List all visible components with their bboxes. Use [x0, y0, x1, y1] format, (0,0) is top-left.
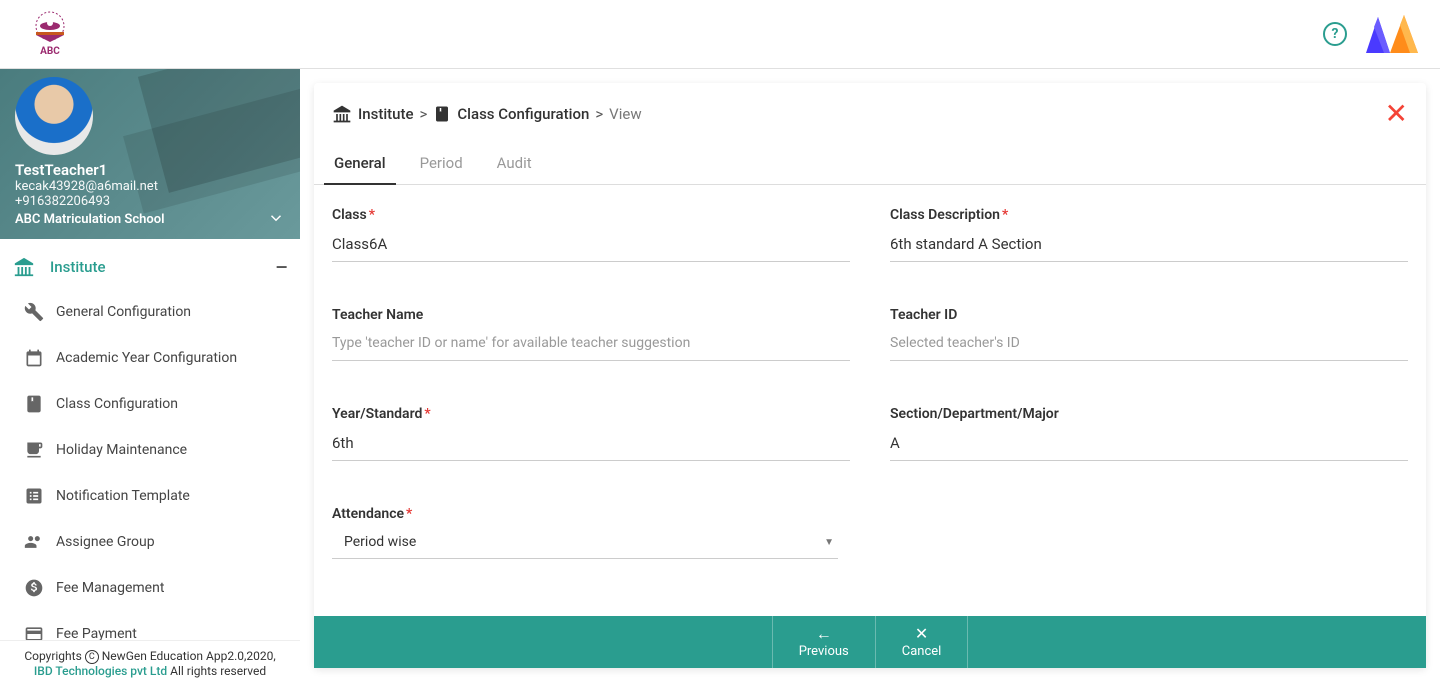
select-attendance[interactable]: Period wise ▼ — [332, 530, 838, 559]
sidebar: TestTeacher1 kecak43928@a6mail.net +9163… — [0, 69, 300, 686]
nav-group-label: Institute — [50, 258, 106, 276]
tabs: General Period Audit — [314, 144, 1426, 185]
breadcrumb-root[interactable]: Institute — [358, 105, 414, 123]
field-section: Section/Department/Major A — [890, 406, 1408, 461]
top-header: ABC ? — [0, 0, 1440, 69]
cancel-button[interactable]: ✕ Cancel — [876, 620, 968, 665]
label-teacher-name: Teacher Name — [332, 307, 850, 323]
sidebar-item-class-config[interactable]: Class Configuration — [0, 381, 300, 427]
breadcrumb-current: View — [609, 105, 641, 123]
footer-copyrights: Copyrights — [24, 649, 81, 663]
user-card: TestTeacher1 kecak43928@a6mail.net +9163… — [0, 69, 300, 239]
tab-audit[interactable]: Audit — [495, 144, 534, 184]
sidebar-item-label: Class Configuration — [56, 396, 178, 412]
sidebar-item-label: Notification Template — [56, 488, 190, 504]
sidebar-item-label: Fee Management — [56, 580, 164, 596]
sidebar-item-assignee-group[interactable]: Assignee Group — [0, 519, 300, 565]
field-attendance: Attendance* Period wise ▼ — [332, 506, 838, 559]
tab-general[interactable]: General — [332, 144, 388, 184]
card-icon — [22, 622, 46, 640]
tab-period[interactable]: Period — [418, 144, 465, 184]
footer-company[interactable]: IBD Technologies pvt Ltd — [34, 664, 167, 678]
value-year[interactable]: 6th — [332, 430, 850, 461]
nav-group-institute[interactable]: Institute – — [0, 239, 300, 289]
previous-label: Previous — [799, 644, 849, 659]
breadcrumb: Institute > Class Configuration > View ✕ — [314, 83, 1426, 144]
divider — [967, 616, 968, 668]
detail-card: Institute > Class Configuration > View ✕… — [314, 83, 1426, 668]
sidebar-item-label: Assignee Group — [56, 534, 155, 550]
institute-icon — [12, 256, 36, 278]
field-year: Year/Standard* 6th — [332, 406, 850, 461]
header-right: ? — [1323, 11, 1420, 57]
dollar-icon — [22, 576, 46, 600]
select-attendance-value: Period wise — [344, 534, 416, 550]
value-teacher-id[interactable]: Selected teacher's ID — [890, 331, 1408, 361]
user-name: TestTeacher1 — [15, 161, 285, 179]
nav-area: Institute – General Configuration Academ… — [0, 239, 300, 640]
sidebar-item-notification[interactable]: Notification Template — [0, 473, 300, 519]
breadcrumb-separator: > — [420, 105, 428, 123]
value-class-desc[interactable]: 6th standard A Section — [890, 231, 1408, 262]
checklist-icon — [22, 484, 46, 508]
label-section: Section/Department/Major — [890, 406, 1408, 422]
book-icon — [22, 392, 46, 416]
field-teacher-id: Teacher ID Selected teacher's ID — [890, 307, 1408, 361]
avatar — [15, 77, 93, 155]
user-school: ABC Matriculation School — [15, 212, 285, 227]
label-teacher-id: Teacher ID — [890, 307, 1408, 323]
value-section[interactable]: A — [890, 430, 1408, 461]
chevron-down-icon[interactable] — [267, 209, 285, 227]
institute-icon — [332, 104, 352, 124]
field-class: Class* Class6A — [332, 207, 850, 262]
brand-logo — [1362, 11, 1420, 57]
label-attendance: Attendance* — [332, 506, 838, 522]
help-icon[interactable]: ? — [1323, 22, 1347, 46]
book-icon — [433, 105, 451, 123]
minus-icon: – — [275, 255, 288, 279]
sidebar-item-holiday[interactable]: Holiday Maintenance — [0, 427, 300, 473]
arrow-left-icon: ← — [816, 626, 832, 642]
footer-rights: All rights reserved — [170, 664, 266, 678]
form-body: Class* Class6A Class Description* 6th st… — [314, 185, 1426, 616]
group-icon — [22, 530, 46, 554]
institution-logo: ABC — [20, 7, 80, 62]
calendar-icon — [22, 346, 46, 370]
sidebar-item-label: General Configuration — [56, 304, 191, 320]
dropdown-arrow-icon: ▼ — [824, 537, 834, 548]
svg-text:ABC: ABC — [40, 46, 60, 57]
value-class[interactable]: Class6A — [332, 231, 850, 262]
previous-button[interactable]: ← Previous — [773, 620, 875, 665]
cancel-label: Cancel — [902, 644, 942, 659]
sidebar-item-fee-management[interactable]: Fee Management — [0, 565, 300, 611]
close-icon: ✕ — [915, 626, 928, 642]
field-teacher-name: Teacher Name Type 'teacher ID or name' f… — [332, 307, 850, 361]
sidebar-item-label: Academic Year Configuration — [56, 350, 237, 366]
action-bar: ← Previous ✕ Cancel — [314, 616, 1426, 668]
value-teacher-name[interactable]: Type 'teacher ID or name' for available … — [332, 331, 850, 361]
field-class-desc: Class Description* 6th standard A Sectio… — [890, 207, 1408, 262]
label-class: Class* — [332, 207, 850, 223]
sidebar-item-general-config[interactable]: General Configuration — [0, 289, 300, 335]
user-email: kecak43928@a6mail.net — [15, 179, 285, 194]
wrench-icon — [22, 300, 46, 324]
breadcrumb-mid[interactable]: Class Configuration — [457, 105, 589, 123]
label-class-desc: Class Description* — [890, 207, 1408, 223]
sidebar-item-label: Holiday Maintenance — [56, 442, 187, 458]
user-phone: +916382206493 — [15, 194, 285, 209]
label-year: Year/Standard* — [332, 406, 850, 422]
mug-icon — [22, 438, 46, 462]
sidebar-item-fee-payment[interactable]: Fee Payment — [0, 611, 300, 640]
footer-product: NewGen Education App2.0,2020, — [102, 649, 276, 663]
footer: Copyrights C NewGen Education App2.0,202… — [0, 640, 300, 686]
content-area: Institute > Class Configuration > View ✕… — [300, 69, 1440, 686]
close-icon[interactable]: ✕ — [1385, 97, 1408, 130]
sidebar-item-label: Fee Payment — [56, 626, 137, 640]
copyright-icon: C — [85, 650, 99, 664]
sidebar-item-academic-year[interactable]: Academic Year Configuration — [0, 335, 300, 381]
breadcrumb-separator: > — [595, 105, 603, 123]
